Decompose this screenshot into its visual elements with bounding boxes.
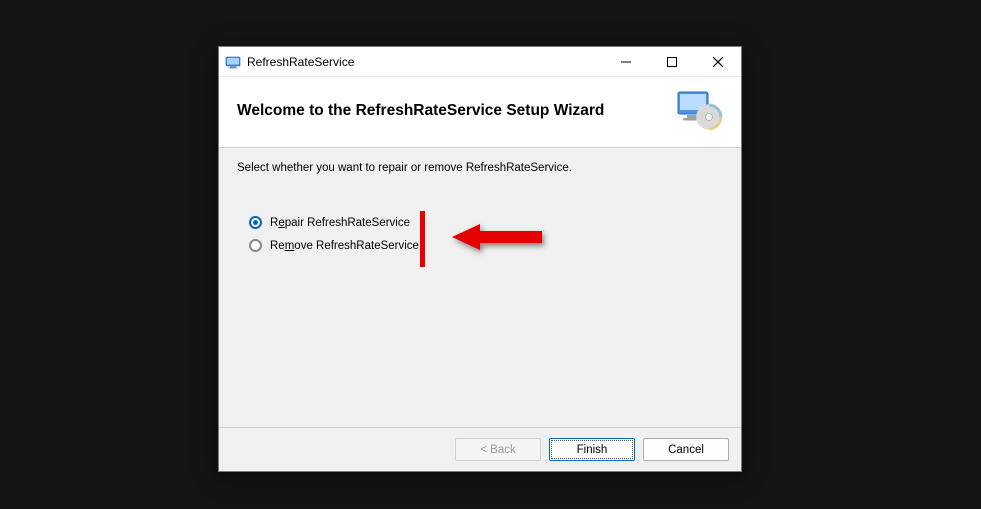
option-remove[interactable]: Remove RefreshRateService [249,239,723,252]
wizard-title: Welcome to the RefreshRateService Setup … [237,102,667,120]
option-repair[interactable]: Repair RefreshRateService [249,216,723,229]
titlebar: RefreshRateService [219,47,741,77]
installer-icon [675,89,723,133]
option-repair-label: Repair RefreshRateService [270,217,410,229]
back-button: < Back [455,438,541,461]
option-remove-label: Remove RefreshRateService [270,240,419,252]
wizard-header: Welcome to the RefreshRateService Setup … [219,77,741,148]
options-group: Repair RefreshRateService Remove Refresh… [237,216,723,252]
maximize-button[interactable] [649,47,695,76]
installer-window: RefreshRateService Welcome to the Refres… [218,46,742,472]
radio-remove[interactable] [249,239,262,252]
app-icon [225,54,241,70]
close-button[interactable] [695,47,741,76]
wizard-body: Select whether you want to repair or rem… [219,148,741,427]
window-controls [603,47,741,76]
window-title: RefreshRateService [247,55,603,69]
cancel-button[interactable]: Cancel [643,438,729,461]
instruction-text: Select whether you want to repair or rem… [237,162,723,174]
minimize-button[interactable] [603,47,649,76]
radio-repair[interactable] [249,216,262,229]
wizard-footer: < Back Finish Cancel [219,427,741,471]
finish-button[interactable]: Finish [549,438,635,461]
